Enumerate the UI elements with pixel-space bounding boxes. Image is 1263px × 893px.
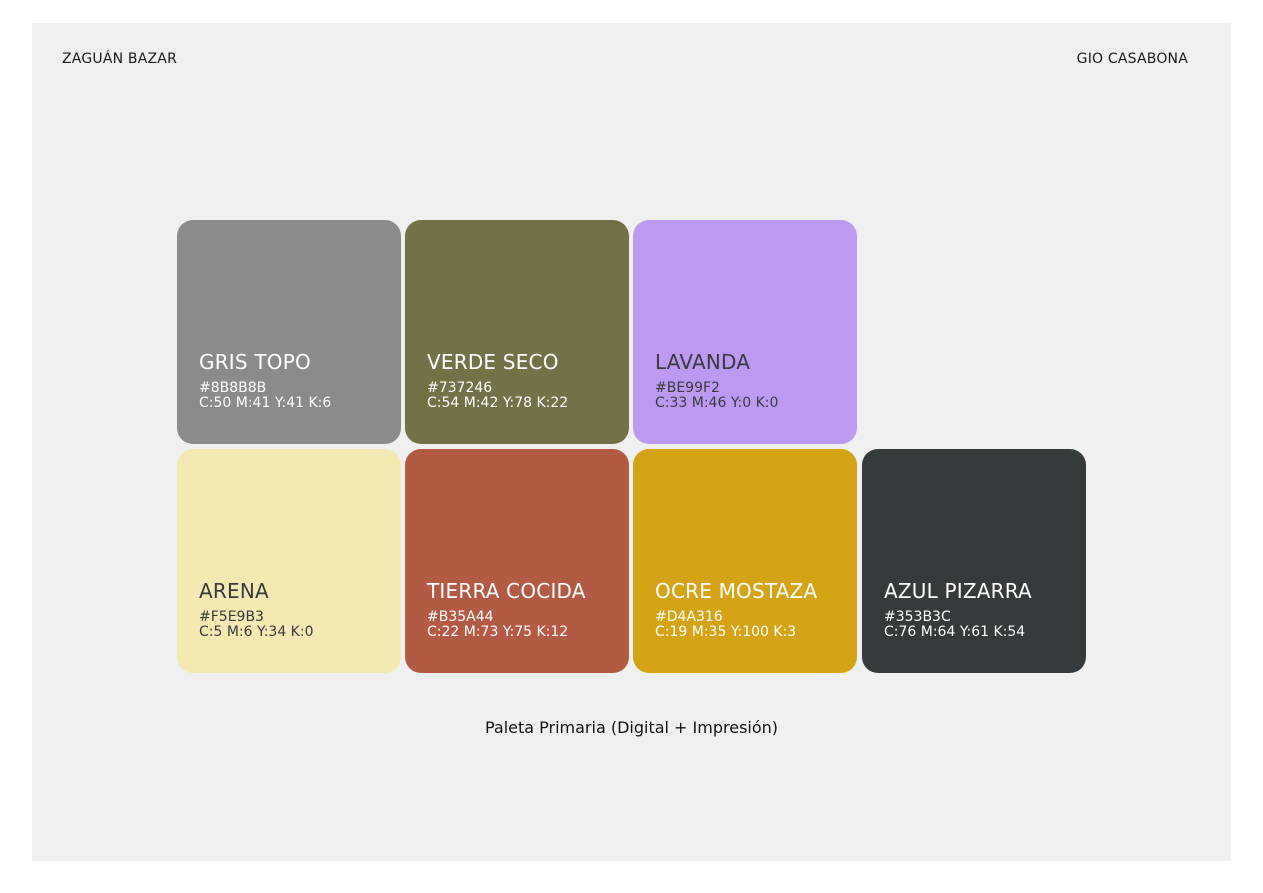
swatch-hex: #B35A44: [427, 609, 494, 625]
swatch-lavanda: LAVANDA #BE99F2 C:33 M:46 Y:0 K:0: [633, 220, 857, 444]
swatch-cmyk: C:50 M:41 Y:41 K:6: [199, 395, 332, 411]
swatch-name: VERDE SECO: [427, 350, 559, 374]
swatch-hex: #8B8B8B: [199, 380, 267, 396]
swatch-cmyk: C:19 M:35 Y:100 K:3: [655, 624, 797, 640]
swatch-name: GRIS TOPO: [199, 350, 311, 374]
author-name: GIO CASABONA: [1076, 51, 1188, 67]
swatch-name: AZUL PIZARRA: [884, 579, 1032, 603]
swatch-arena: ARENA #F5E9B3 C:5 M:6 Y:34 K:0: [177, 449, 401, 673]
swatch-hex: #BE99F2: [655, 380, 720, 396]
swatch-gris-topo: GRIS TOPO #8B8B8B C:50 M:41 Y:41 K:6: [177, 220, 401, 444]
swatch-ocre-mostaza: OCRE MOSTAZA #D4A316 C:19 M:35 Y:100 K:3: [633, 449, 857, 673]
swatch-tierra-cocida: TIERRA COCIDA #B35A44 C:22 M:73 Y:75 K:1…: [405, 449, 629, 673]
swatch-cmyk: C:5 M:6 Y:34 K:0: [199, 624, 314, 640]
swatch-hex: #F5E9B3: [199, 609, 264, 625]
swatch-hex: #353B3C: [884, 609, 951, 625]
swatch-azul-pizarra: AZUL PIZARRA #353B3C C:76 M:64 Y:61 K:54: [862, 449, 1086, 673]
palette-caption: Paleta Primaria (Digital + Impresión): [484, 718, 779, 737]
swatch-name: OCRE MOSTAZA: [655, 579, 818, 603]
swatch-hex: #737246: [427, 380, 493, 396]
swatch-name: TIERRA COCIDA: [427, 579, 586, 603]
brand-name: ZAGUÁN BAZAR: [62, 51, 177, 67]
swatch-verde-seco: VERDE SECO #737246 C:54 M:42 Y:78 K:22: [405, 220, 629, 444]
palette-page: ZAGUÁN BAZAR GIO CASABONA GRIS TOPO #8B8…: [32, 23, 1231, 861]
swatch-name: LAVANDA: [655, 350, 751, 374]
swatch-cmyk: C:22 M:73 Y:75 K:12: [427, 624, 569, 640]
swatch-cmyk: C:33 M:46 Y:0 K:0: [655, 395, 779, 411]
swatch-cmyk: C:76 M:64 Y:61 K:54: [884, 624, 1026, 640]
swatch-name: ARENA: [199, 579, 269, 603]
swatch-cmyk: C:54 M:42 Y:78 K:22: [427, 395, 569, 411]
swatch-hex: #D4A316: [655, 609, 723, 625]
